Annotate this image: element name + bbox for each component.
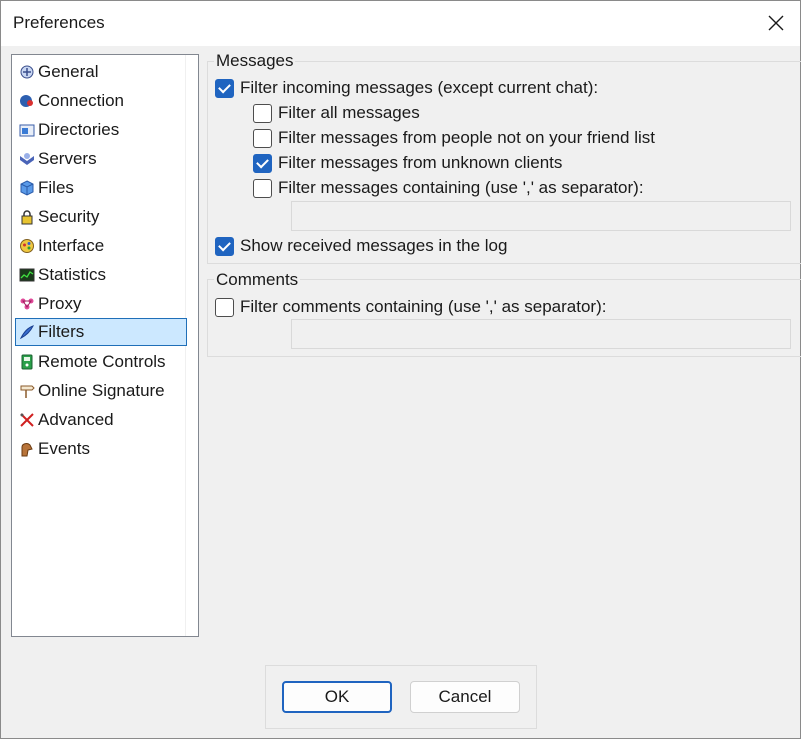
sidebar-item-label: Events [38,439,90,458]
sidebar-item-label: Files [38,178,74,197]
remote-controls-icon [19,354,35,370]
show-in-log-label: Show received messages in the log [240,236,508,255]
sidebar-item-directories[interactable]: Directories [15,116,187,144]
sidebar-item-label: Proxy [38,294,82,313]
sidebar-item-files[interactable]: Files [15,174,187,202]
directories-icon [19,122,35,138]
proxy-icon [19,296,35,312]
title-bar: Preferences [1,1,800,46]
filter-all-checkbox-row[interactable]: Filter all messages [253,101,420,125]
filters-icon [19,324,35,340]
online-signature-icon [19,383,35,399]
filter-all-checkbox[interactable] [253,103,272,123]
close-button[interactable] [758,6,794,40]
sidebar-item-interface[interactable]: Interface [15,232,187,260]
sidebar-item-online-signature[interactable]: Online Signature [15,377,187,405]
sidebar-item-security[interactable]: Security [15,203,187,231]
sidebar-item-label: Online Signature [38,381,165,400]
category-list[interactable]: General Connection Directories Servers F… [11,54,199,637]
sidebar-item-proxy[interactable]: Proxy [15,290,187,318]
sidebar-item-advanced[interactable]: Advanced [15,406,187,434]
connection-icon [19,93,35,109]
close-icon [768,15,784,31]
lock-icon [19,209,35,225]
filter-incoming-checkbox[interactable] [215,78,234,98]
filter-containing-label: Filter messages containing (use ',' as s… [278,178,644,197]
statistics-icon [19,267,35,283]
show-in-log-checkbox[interactable] [215,236,234,256]
filter-all-label: Filter all messages [278,103,420,122]
interface-icon [19,238,35,254]
sidebar-item-servers[interactable]: Servers [15,145,187,173]
show-in-log-checkbox-row[interactable]: Show received messages in the log [215,234,507,258]
filter-containing-checkbox[interactable] [253,178,272,198]
sidebar-item-label: Security [38,207,100,226]
sidebar-item-label: Connection [38,91,125,110]
sidebar-item-events[interactable]: Events [15,435,187,463]
filter-incoming-label: Filter incoming messages (except current… [240,78,599,97]
filter-not-friends-checkbox[interactable] [253,128,272,148]
sidebar-item-remote-controls[interactable]: Remote Controls [15,348,187,376]
events-icon [19,441,35,457]
advanced-icon [19,412,35,428]
message-filter-words-input[interactable] [291,201,791,231]
cancel-button[interactable]: Cancel [410,681,520,713]
preferences-window: Preferences General Connection Directori… [0,0,801,739]
sidebar-item-label: Directories [38,120,120,139]
sidebar-item-label: Servers [38,149,97,168]
ok-button[interactable]: OK [282,681,392,713]
files-icon [19,180,35,196]
sidebar-item-label: Advanced [38,410,114,429]
sidebar-item-connection[interactable]: Connection [15,87,187,115]
filter-unknown-clients-checkbox[interactable] [253,153,272,173]
filter-comments-checkbox[interactable] [215,297,234,317]
sidebar-item-label: Filters [38,322,85,341]
filter-unknown-clients-checkbox-row[interactable]: Filter messages from unknown clients [253,151,562,175]
sidebar-item-label: General [38,62,99,81]
filter-comments-label: Filter comments containing (use ',' as s… [240,297,607,316]
filter-incoming-checkbox-row[interactable]: Filter incoming messages (except current… [215,76,598,100]
general-icon [19,64,35,80]
window-title: Preferences [13,13,105,32]
sidebar-item-filters[interactable]: Filters [15,318,187,346]
filter-not-friends-checkbox-row[interactable]: Filter messages from people not on your … [253,126,655,150]
filter-containing-checkbox-row[interactable]: Filter messages containing (use ',' as s… [253,176,644,200]
servers-icon [19,151,35,167]
comment-filter-words-input[interactable] [291,319,791,349]
filter-comments-checkbox-row[interactable]: Filter comments containing (use ',' as s… [215,295,606,319]
sidebar-item-statistics[interactable]: Statistics [15,261,187,289]
filter-not-friends-label: Filter messages from people not on your … [278,128,656,147]
sidebar-item-general[interactable]: General [15,58,187,86]
messages-group-label: Messages [214,51,296,71]
sidebar-item-label: Interface [38,236,105,255]
filter-unknown-clients-label: Filter messages from unknown clients [278,153,563,172]
comments-group-label: Comments [214,270,301,290]
sidebar-item-label: Statistics [38,265,107,284]
sidebar-item-label: Remote Controls [38,352,166,371]
